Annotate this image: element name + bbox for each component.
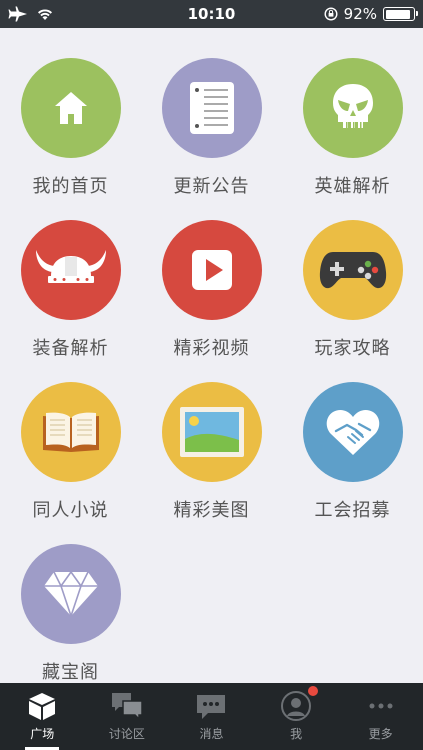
tile-circle <box>302 58 403 158</box>
tab-bar: 广场 讨论区 消息 我 更多 <box>0 683 423 750</box>
picture-icon <box>179 407 244 457</box>
tile-circle <box>20 382 121 482</box>
skull-icon <box>332 84 373 128</box>
tab-me[interactable]: 我 <box>254 683 339 750</box>
notepad-icon <box>189 82 234 134</box>
tile-player-guides[interactable]: 玩家攻略 <box>282 220 423 382</box>
wifi-icon <box>38 9 52 20</box>
tile-label: 精彩美图 <box>173 500 250 521</box>
tile-my-homepage[interactable]: 我的首页 <box>0 58 141 220</box>
tab-label: 讨论区 <box>108 727 145 741</box>
tile-treasure-pavilion[interactable]: 藏宝阁 <box>0 544 141 706</box>
tile-label: 工会招募 <box>314 500 391 521</box>
airplane-icon <box>8 6 27 22</box>
tile-fan-fiction[interactable]: 同人小说 <box>0 382 141 544</box>
battery-icon <box>383 7 418 21</box>
tile-circle <box>161 220 262 320</box>
tab-messages[interactable]: 消息 <box>169 683 254 750</box>
tab-square[interactable]: 广场 <box>0 683 85 750</box>
tile-circle <box>302 382 403 482</box>
more-icon <box>369 703 393 709</box>
tile-label: 更新公告 <box>173 176 250 197</box>
cube-icon <box>29 693 56 720</box>
tile-update-notice[interactable]: 更新公告 <box>141 58 282 220</box>
gamepad-icon <box>319 252 386 289</box>
diamond-icon <box>43 571 98 617</box>
tile-circle <box>20 544 121 644</box>
tile-equipment-analysis[interactable]: 装备解析 <box>0 220 141 382</box>
handshake-heart-icon <box>326 409 379 455</box>
battery-level <box>385 9 411 19</box>
tab-label: 广场 <box>30 727 55 741</box>
tile-featured-videos[interactable]: 精彩视频 <box>141 220 282 382</box>
battery-percent: 92% <box>343 5 377 23</box>
book-icon <box>42 412 99 452</box>
chat-bubbles-icon <box>111 693 143 721</box>
tile-label: 玩家攻略 <box>314 338 391 359</box>
tile-label: 英雄解析 <box>314 176 391 197</box>
tile-circle <box>161 382 262 482</box>
message-icon <box>197 695 226 719</box>
play-icon <box>191 250 232 290</box>
tile-label: 精彩视频 <box>173 338 250 359</box>
tab-discussion[interactable]: 讨论区 <box>85 683 170 750</box>
tab-more[interactable]: 更多 <box>338 683 423 750</box>
profile-icon <box>281 691 312 721</box>
tile-hero-analysis[interactable]: 英雄解析 <box>282 58 423 220</box>
orientation-lock-icon <box>324 7 338 21</box>
tile-label: 藏宝阁 <box>42 662 99 683</box>
tile-circle <box>20 58 121 158</box>
tab-label: 我 <box>290 727 303 741</box>
tile-label: 我的首页 <box>32 176 109 197</box>
tile-circle <box>302 220 403 320</box>
tile-circle <box>161 58 262 158</box>
house-icon <box>54 92 87 124</box>
horned-helmet-icon <box>35 250 106 283</box>
tile-circle <box>20 220 121 320</box>
tile-label: 装备解析 <box>32 338 109 359</box>
tile-label: 同人小说 <box>32 500 109 521</box>
tab-label: 更多 <box>368 727 393 741</box>
feature-grid: 我的首页 更新公告 英雄解析 装备解析 精彩视频 玩家攻略 同人小说 精彩美图 … <box>0 28 423 683</box>
tile-guild-recruitment[interactable]: 工会招募 <box>282 382 423 544</box>
status-bar: 10:10 92% <box>0 0 423 28</box>
tab-label: 消息 <box>199 727 224 741</box>
tile-featured-pictures[interactable]: 精彩美图 <box>141 382 282 544</box>
notification-badge <box>308 686 319 696</box>
